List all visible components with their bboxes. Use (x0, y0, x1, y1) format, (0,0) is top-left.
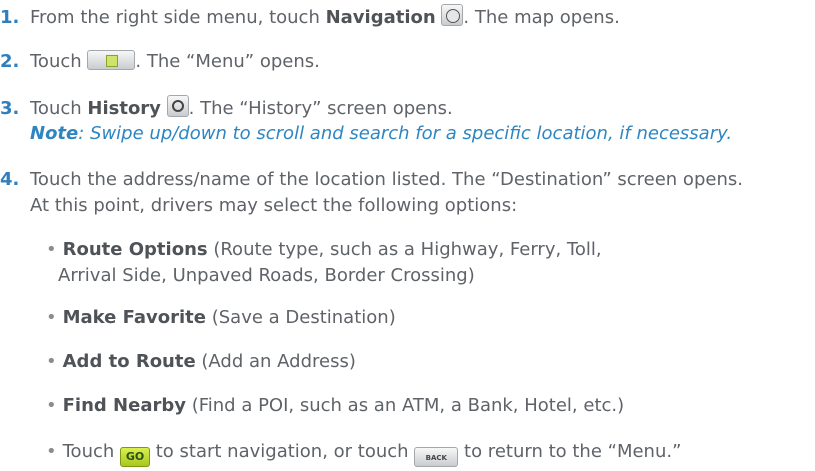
bullet: • (46, 307, 57, 328)
bullet: • (46, 351, 57, 372)
bullet: • (46, 441, 57, 462)
option-route-options: • Route Options (Route type, such as a Hi… (46, 239, 602, 260)
step-4-continued: At this point, drivers may select the fo… (30, 195, 518, 216)
history-icon (166, 95, 189, 117)
step-4: 4. Touch the address/name of the location… (0, 169, 743, 190)
instructions-page: 1. From the right side menu, touch Naviga… (0, 0, 815, 471)
step-3: 3. Touch History . The “History” screen o… (0, 95, 453, 121)
option-route-options-continued: Arrival Side, Unpaved Roads, Border Cros… (58, 265, 475, 286)
navigation-icon (441, 4, 464, 26)
bullet: • (46, 395, 57, 416)
option-find-nearby: • Find Nearby (Find a POI, such as an ATM… (46, 395, 625, 416)
option-make-favorite: • Make Favorite (Save a Destination) (46, 307, 396, 328)
back-icon: BACK (414, 447, 459, 467)
go-icon: GO (120, 447, 151, 467)
step-1: 1. From the right side menu, touch Naviga… (0, 4, 620, 30)
step-2: 2. Touch . The “Menu” opens. (0, 50, 320, 72)
option-add-to-route: • Add to Route (Add an Address) (46, 351, 356, 372)
bullet: • (46, 239, 57, 260)
note: Note: Swipe up/down to scroll and search… (30, 123, 733, 144)
menu-icon (87, 50, 136, 70)
last-instruction: • Touch GO to start navigation, or touch … (46, 440, 681, 467)
